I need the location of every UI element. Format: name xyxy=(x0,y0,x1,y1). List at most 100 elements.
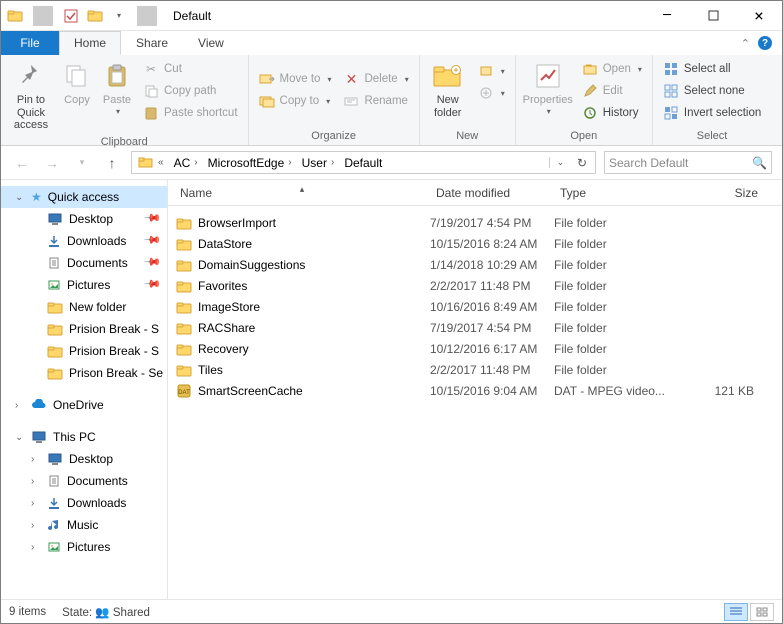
table-row[interactable]: RACShare 7/19/2017 4:54 PM File folder xyxy=(168,317,782,338)
cut-button[interactable]: ✂Cut xyxy=(137,58,244,80)
breadcrumb-seg-3[interactable]: Default xyxy=(340,156,386,170)
delete-button[interactable]: ✕Delete▾ xyxy=(337,68,414,90)
history-button[interactable]: History xyxy=(576,102,648,124)
help-icon[interactable]: ? xyxy=(758,36,772,50)
status-bar: 9 items State: 👥 Shared xyxy=(1,599,782,623)
folder-icon xyxy=(174,235,194,253)
breadcrumb-dropdown[interactable]: ⌄ xyxy=(549,157,571,168)
col-date[interactable]: Date modified xyxy=(430,186,554,200)
maximize-button[interactable] xyxy=(690,1,736,31)
col-name[interactable]: Name xyxy=(174,186,430,200)
nav-onedrive[interactable]: ›OneDrive xyxy=(1,394,167,416)
copyto-icon xyxy=(259,93,275,109)
minimize-button[interactable]: ─ xyxy=(644,1,690,31)
status-state: State: 👥 Shared xyxy=(62,605,150,619)
nav-pc-item[interactable]: ›Desktop xyxy=(1,448,167,470)
ribbon-collapse-icon[interactable]: ⌃ xyxy=(741,37,750,50)
nav-quick-item[interactable]: Prision Break - S xyxy=(1,340,167,362)
qat-folder-icon xyxy=(5,6,25,26)
group-organize: Move to▾ Copy to▾ ✕Delete▾ Rename Organi… xyxy=(249,55,420,145)
pin-icon: 📌 xyxy=(143,252,165,274)
breadcrumb-seg-2[interactable]: User› xyxy=(298,156,341,170)
home-tab[interactable]: Home xyxy=(59,31,121,55)
details-view-button[interactable] xyxy=(724,603,748,621)
copypath-icon xyxy=(143,83,159,99)
paste-shortcut-icon xyxy=(143,105,159,121)
copy-button[interactable]: Copy xyxy=(57,58,97,134)
rename-button[interactable]: Rename xyxy=(337,90,414,112)
close-button[interactable]: × xyxy=(736,1,782,31)
file-tab[interactable]: File xyxy=(1,31,59,55)
copy-to-button[interactable]: Copy to▾ xyxy=(253,90,338,112)
select-none-button[interactable]: Select none xyxy=(657,80,767,102)
nav-quick-item[interactable]: Prision Break - S xyxy=(1,318,167,340)
thumbnails-view-button[interactable] xyxy=(750,603,774,621)
table-row[interactable]: Tiles 2/2/2017 11:48 PM File folder xyxy=(168,359,782,380)
nav-pc-item[interactable]: ›Music xyxy=(1,514,167,536)
nav-this-pc[interactable]: ⌄This PC xyxy=(1,426,167,448)
breadcrumb-seg-0[interactable]: AC› xyxy=(170,156,204,170)
pin-to-quick-access-button[interactable]: Pin to Quick access xyxy=(5,58,57,134)
col-size[interactable]: Size xyxy=(674,186,764,200)
breadcrumb-seg-1[interactable]: MicrosoftEdge› xyxy=(204,156,298,170)
nav-quick-item[interactable]: New folder xyxy=(1,296,167,318)
qat-properties-icon[interactable] xyxy=(61,6,81,26)
properties-icon xyxy=(532,60,564,92)
selectnone-icon xyxy=(663,83,679,99)
table-row[interactable]: Favorites 2/2/2017 11:48 PM File folder xyxy=(168,275,782,296)
paste-button[interactable]: Paste▾ xyxy=(97,58,137,134)
qat-newfolder-icon[interactable] xyxy=(85,6,105,26)
nav-quick-item[interactable]: Pictures📌 xyxy=(1,274,167,296)
properties-button[interactable]: Properties▾ xyxy=(520,58,576,128)
table-row[interactable]: ImageStore 10/16/2016 8:49 AM File folde… xyxy=(168,296,782,317)
easy-access-button[interactable]: ▾ xyxy=(472,82,511,104)
rows-container[interactable]: BrowserImport 7/19/2017 4:54 PM File fol… xyxy=(168,206,782,599)
table-row[interactable]: BrowserImport 7/19/2017 4:54 PM File fol… xyxy=(168,212,782,233)
nav-pc-item[interactable]: ›Downloads xyxy=(1,492,167,514)
shared-icon: 👥 xyxy=(95,607,109,619)
move-to-button[interactable]: Move to▾ xyxy=(253,68,338,90)
new-item-button[interactable]: ▾ xyxy=(472,60,511,82)
nav-icon xyxy=(47,212,63,226)
nav-quick-access[interactable]: ⌄★Quick access xyxy=(1,186,167,208)
recent-button[interactable]: ▾ xyxy=(71,152,93,174)
breadcrumb[interactable]: « AC› MicrosoftEdge› User› Default ⌄ ↻ xyxy=(131,151,596,174)
navigation-pane[interactable]: ⌄★Quick access Desktop📌Downloads📌Documen… xyxy=(1,180,168,599)
star-icon: ★ xyxy=(31,190,42,204)
breadcrumb-root-icon[interactable]: « xyxy=(134,156,170,170)
refresh-button[interactable]: ↻ xyxy=(571,156,593,170)
forward-button[interactable]: → xyxy=(41,152,63,174)
view-tab[interactable]: View xyxy=(183,31,239,55)
up-button[interactable]: ↑ xyxy=(101,152,123,174)
select-all-button[interactable]: Select all xyxy=(657,58,767,80)
nav-quick-item[interactable]: Downloads📌 xyxy=(1,230,167,252)
edit-button[interactable]: Edit xyxy=(576,80,648,102)
open-button[interactable]: Open▾ xyxy=(576,58,648,80)
nav-quick-item[interactable]: Desktop📌 xyxy=(1,208,167,230)
nav-icon xyxy=(47,452,63,466)
nav-pc-item[interactable]: ›Documents xyxy=(1,470,167,492)
paste-shortcut-button[interactable]: Paste shortcut xyxy=(137,102,244,124)
table-row[interactable]: Recovery 10/12/2016 6:17 AM File folder xyxy=(168,338,782,359)
back-button[interactable]: ← xyxy=(11,152,33,174)
table-row[interactable]: DataStore 10/15/2016 8:24 AM File folder xyxy=(168,233,782,254)
new-folder-button[interactable]: New folder xyxy=(424,58,472,128)
newfolder-icon xyxy=(432,60,464,92)
group-new: New folder ▾ ▾ New xyxy=(420,55,516,145)
share-tab[interactable]: Share xyxy=(121,31,183,55)
nav-quick-item[interactable]: Prison Break - Se xyxy=(1,362,167,384)
col-type[interactable]: Type xyxy=(554,186,674,200)
column-headers[interactable]: Name Date modified Type Size xyxy=(168,180,782,206)
nav-quick-item[interactable]: Documents📌 xyxy=(1,252,167,274)
search-input[interactable]: Search Default 🔍 xyxy=(604,151,772,174)
qat-dropdown-icon[interactable]: ▾ xyxy=(109,6,129,26)
invert-selection-button[interactable]: Invert selection xyxy=(657,102,767,124)
table-row[interactable]: DAT SmartScreenCache 10/15/2016 9:04 AM … xyxy=(168,380,782,401)
copy-path-button[interactable]: Copy path xyxy=(137,80,244,102)
nav-icon xyxy=(47,322,63,336)
table-row[interactable]: DomainSuggestions 1/14/2018 10:29 AM Fil… xyxy=(168,254,782,275)
pin-icon: 📌 xyxy=(143,274,165,296)
nav-pc-item[interactable]: ›Pictures xyxy=(1,536,167,558)
nav-icon xyxy=(47,366,63,380)
paste-icon xyxy=(101,60,133,92)
